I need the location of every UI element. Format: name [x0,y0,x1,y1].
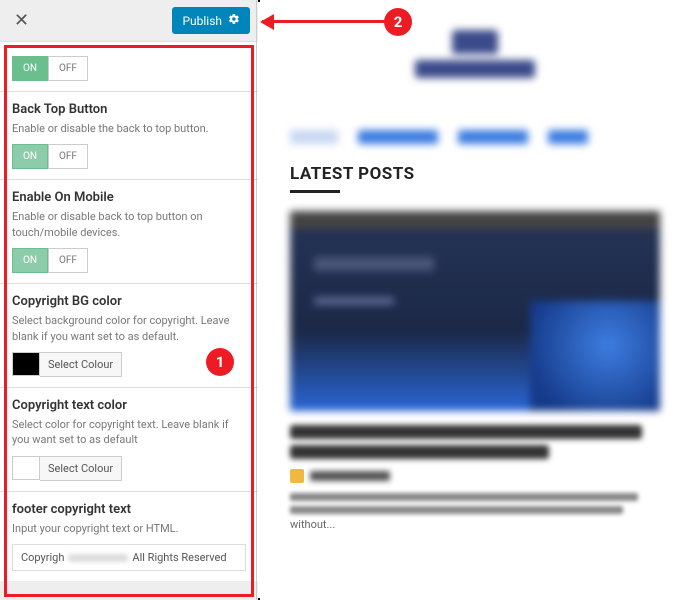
section-footer-text: footer copyright text Input your copyrig… [0,492,258,581]
footer-text-input[interactable]: Copyrigh All Rights Reserved [12,544,246,571]
sidebar-header: ✕ Publish [0,0,258,42]
section-title: Enable On Mobile [12,190,246,205]
site-logo [415,30,535,90]
footer-text-suffix: All Rights Reserved [132,551,226,564]
annotation-marker-1: 1 [206,348,234,376]
heading-underline [290,190,340,193]
section-desc: Input your copyright text or HTML. [12,521,246,536]
toggle-off[interactable]: OFF [48,56,88,81]
preview-pane: LATEST POSTS without... [260,0,690,600]
nav-item[interactable] [458,130,528,144]
section-toggle-top: ON OFF [0,42,258,92]
section-title: Copyright BG color [12,294,246,309]
nav-row [290,130,660,144]
section-text-color: Copyright text color Select color for co… [0,388,258,492]
publish-label: Publish [182,14,222,28]
panel-body: ON OFF Back Top Button Enable or disable… [0,42,258,600]
latest-posts-heading: LATEST POSTS [290,164,660,184]
color-swatch[interactable] [12,456,40,480]
section-title: Copyright text color [12,398,246,413]
toggle-on[interactable]: ON [12,248,48,273]
divider [256,0,257,600]
section-title: footer copyright text [12,502,246,517]
post-title [290,425,660,459]
annotation-arrow [262,20,386,23]
publish-button[interactable]: Publish [172,7,250,34]
select-colour-button[interactable]: Select Colour [40,352,122,377]
select-colour-button[interactable]: Select Colour [40,456,122,481]
customizer-sidebar: ✕ Publish ON OFF Back Top Button Enable … [0,0,258,600]
post-meta [290,469,660,483]
section-desc: Select color for copyright text. Leave b… [12,417,246,448]
gear-icon [228,13,240,28]
avatar [290,469,304,483]
annotation-marker-2: 2 [384,8,412,36]
toggle-on[interactable]: ON [12,56,48,81]
color-swatch[interactable] [12,352,40,376]
redacted-text [68,554,128,562]
nav-item[interactable] [548,130,588,144]
section-desc: Select background color for copyright. L… [12,313,246,344]
post-excerpt [290,493,660,514]
toggle-on[interactable]: ON [12,144,48,169]
footer-text-prefix: Copyrigh [21,551,64,564]
section-desc: Enable or disable back to top button on … [12,209,246,240]
toggle-off[interactable]: OFF [48,248,88,273]
nav-item[interactable] [290,130,338,144]
section-back-top: Back Top Button Enable or disable the ba… [0,92,258,180]
post-card[interactable]: without... [290,211,660,531]
excerpt-tail: without... [290,518,660,531]
post-image [290,211,660,411]
section-enable-mobile: Enable On Mobile Enable or disable back … [0,180,258,284]
nav-item[interactable] [358,130,438,144]
section-title: Back Top Button [12,102,246,117]
close-icon[interactable]: ✕ [8,10,35,31]
author-name [310,471,390,481]
section-desc: Enable or disable the back to top button… [12,121,246,136]
toggle-off[interactable]: OFF [48,144,88,169]
